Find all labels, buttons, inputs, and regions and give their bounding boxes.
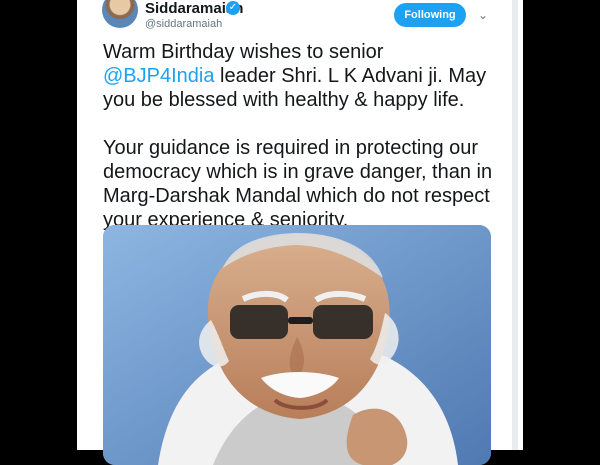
scrollbar-track[interactable] bbox=[512, 0, 518, 450]
profile-handle[interactable]: @siddaramaiah bbox=[145, 18, 222, 30]
tweet-text: Warm Birthday wishes to senior @BJP4Indi… bbox=[103, 40, 493, 232]
mention-link[interactable]: @BJP4India bbox=[103, 65, 214, 87]
following-button[interactable]: Following bbox=[394, 3, 466, 27]
verified-icon: ✓ bbox=[226, 1, 240, 15]
portrait-illustration bbox=[103, 225, 491, 465]
right-black-border bbox=[523, 0, 600, 450]
tweet-paragraph-2: Your guidance is required in protecting … bbox=[103, 137, 493, 231]
left-black-border bbox=[0, 0, 77, 450]
tweet-paragraph-1: Warm Birthday wishes to senior @BJP4Indi… bbox=[103, 40, 493, 112]
tweet-line1-pre: Warm Birthday wishes to senior bbox=[103, 41, 384, 63]
tweet-image[interactable] bbox=[103, 225, 491, 465]
more-options-icon[interactable]: ⌄ bbox=[478, 9, 490, 21]
